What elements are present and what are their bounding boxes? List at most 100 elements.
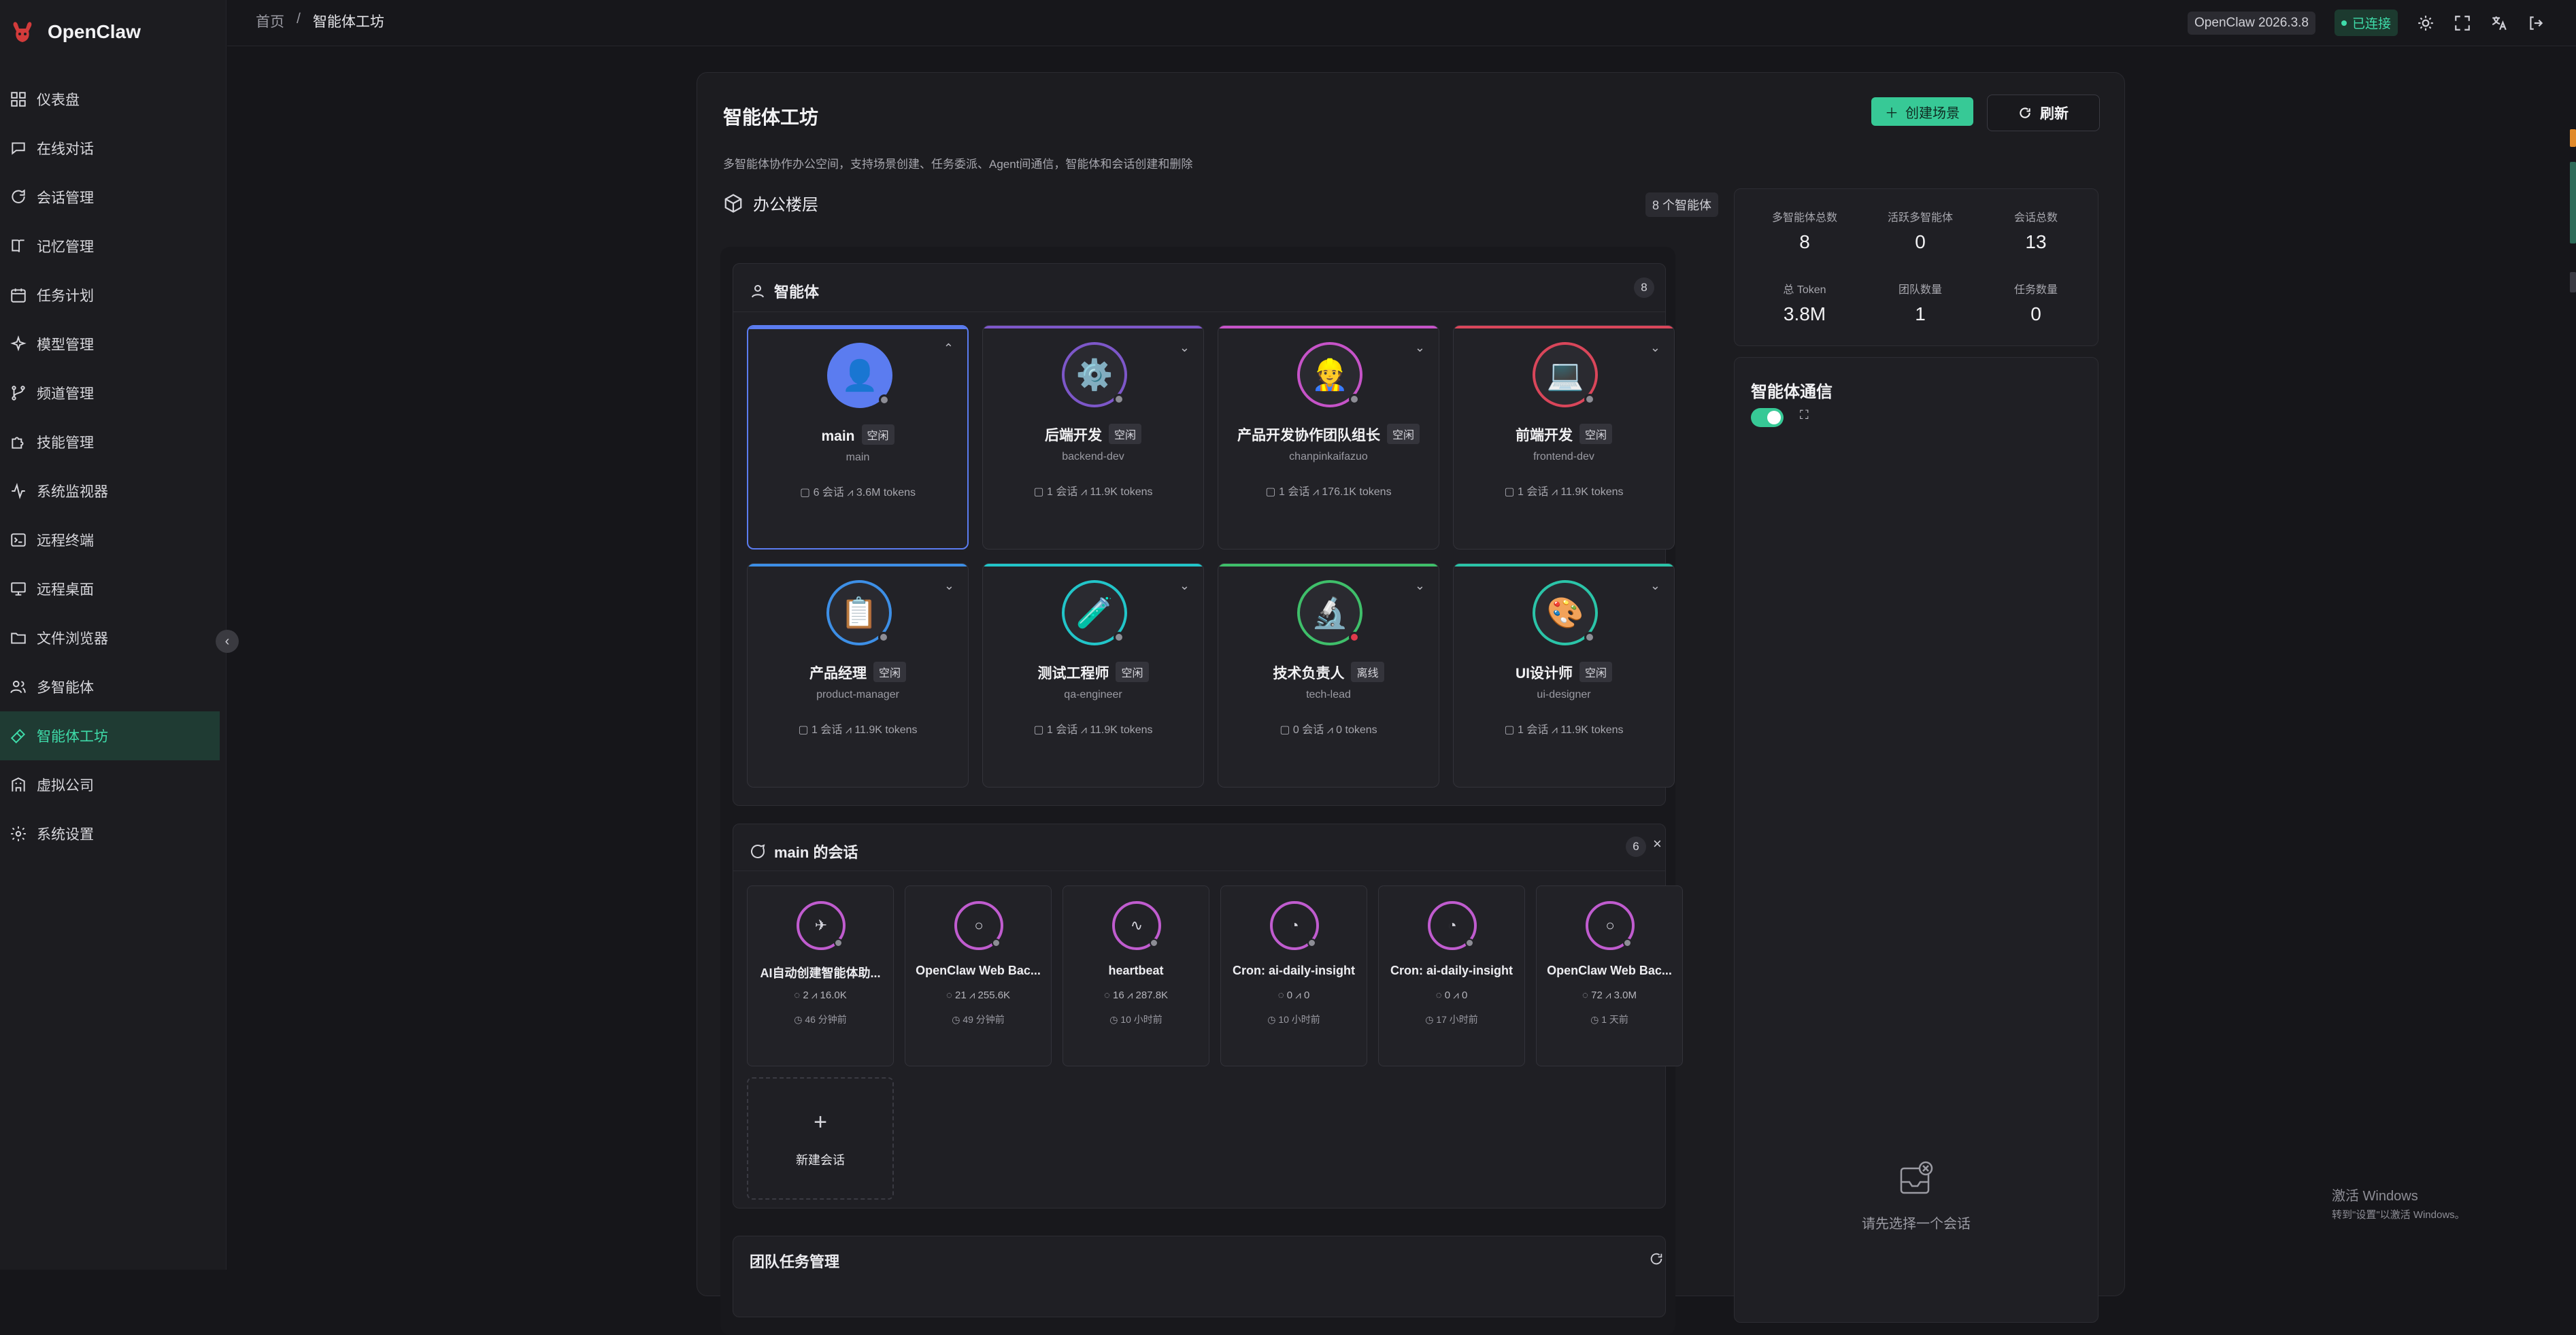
agent-card[interactable]: ⌄ 📋 产品经理 空闲 product-manager ▢ 1 会话 ⩘ 11.9K to… [747,563,969,788]
session-title: AI自动创建智能体助... [760,966,881,980]
chevron-down-icon[interactable]: ⌄ [1650,579,1660,593]
sidebar-item[interactable]: 系统设置 [0,809,220,858]
fullscreen-icon[interactable] [2454,14,2471,32]
refresh-button[interactable]: 刷新 [1987,95,2100,131]
sidebar-item[interactable]: 技能管理 [0,418,220,467]
calendar-icon [11,288,26,303]
app-name: OpenClaw [48,21,141,42]
session-avatar: ∿ [1112,901,1161,950]
collapse-sidebar-button[interactable]: ‹ [216,630,239,653]
sidebar-item[interactable]: 仪表盘 [0,75,220,124]
agent-id: product-manager [816,689,899,700]
activity-icon: ⩘ [1324,724,1337,736]
sidebar-item[interactable]: 远程终端 [0,516,220,564]
message-icon: ▢ [1033,486,1048,498]
session-avatar: ◔ [1270,901,1319,950]
sidebar-item[interactable]: 远程桌面 [0,564,220,613]
folder-icon [11,632,26,644]
agent-name: 产品经理 [809,666,867,681]
session-time: 17 小时前 [1436,1014,1478,1025]
sidebar-item[interactable]: 虚拟公司 [0,760,220,809]
chevron-up-icon[interactable]: ⌃ [943,341,954,356]
agent-avatar: 📋 [826,580,892,645]
sidebar-item[interactable]: 多智能体 [0,662,220,711]
agent-card[interactable]: ⌄ ⚙️ 后端开发 空闲 backend-dev ▢ 1 会话 ⩘ 11.9K token… [982,325,1204,550]
sidebar-item[interactable]: 文件浏览器 [0,613,220,662]
stat-item: 会话总数 13 [1978,208,2094,253]
session-tokens: 16.0K [820,990,847,1001]
chevron-down-icon[interactable]: ⌄ [944,579,954,593]
session-time-row: ◷ 49 分钟前 [905,1013,1051,1026]
agent-avatar: 👤 [827,343,892,408]
agent-sessions: 6 会话 [813,487,844,498]
session-messages: 72 [1591,990,1603,1001]
sidebar-item[interactable]: 模型管理 [0,320,220,369]
comm-toggle[interactable] [1751,408,1784,427]
agent-sessions: 1 会话 [1047,724,1078,736]
close-sessions-button[interactable]: × [1653,835,1662,853]
activity-icon: ⩘ [1602,990,1614,1001]
chevron-down-icon[interactable]: ⌄ [1650,341,1660,355]
refresh-icon[interactable] [1649,1251,1664,1266]
stat-label: 活跃多智能体 [1887,212,1953,224]
session-status-dot [1150,939,1158,947]
agent-card[interactable]: ⌄ 🎨 UI设计师 空闲 ui-designer ▢ 1 会话 ⩘ 11.9K token… [1453,563,1675,788]
stat-value: 1 [1915,303,1926,324]
session-time-row: ◷ 10 小时前 [1221,1013,1367,1026]
activity-icon: ⩘ [1124,990,1136,1001]
new-session-label: 新建会话 [796,1153,845,1167]
expand-icon[interactable]: ⛶ [1800,408,1809,422]
activity-icon [12,483,25,499]
stat-label: 多智能体总数 [1771,212,1837,224]
agent-id: frontend-dev [1533,451,1594,462]
edge-widget[interactable] [2567,121,2576,299]
session-card[interactable]: ✈ AI自动创建智能体助... ◌ 2 ⩘ 16.0K ◷ 46 分钟前 [747,885,894,1066]
terminal-icon [11,533,26,547]
sidebar-item-label: 任务计划 [37,288,94,304]
chevron-down-icon[interactable]: ⌄ [1180,341,1190,355]
agent-sessions: 1 会话 [1278,486,1310,498]
agent-card[interactable]: ⌃ 👤 main 空闲 main ▢ 6 会话 ⩘ 3.6M tokens [747,325,969,550]
session-card[interactable]: ○ OpenClaw Web Bac... ◌ 21 ⩘ 255.6K ◷ 49 分钟… [905,885,1052,1066]
workshop-icon [10,728,26,744]
agent-id: backend-dev [1062,451,1124,462]
logout-icon[interactable] [2527,14,2545,32]
divider [733,311,1665,312]
session-card[interactable]: ◔ Cron: ai-daily-insight ◌ 0 ⩘ 0 ◷ 17 小时前 [1378,885,1525,1066]
new-session-button[interactable]: + 新建会话 [747,1077,894,1200]
agent-comm-card: 智能体通信 ⛶ 请先选择一个会话 [1734,357,2098,1323]
status-dot-icon [2341,20,2347,26]
create-scene-button[interactable]: ＋ 创建场景 [1871,97,1973,126]
session-time-row: ◷ 17 小时前 [1379,1013,1524,1026]
session-time: 49 分钟前 [963,1014,1005,1025]
language-icon[interactable] [2490,14,2508,32]
agent-name-row: main 空闲 [748,424,967,445]
chevron-left-icon: ‹ [224,633,230,649]
sidebar-item[interactable]: 系统监视器 [0,467,220,516]
session-card[interactable]: ∿ heartbeat ◌ 16 ⩘ 287.8K ◷ 10 小时前 [1063,885,1209,1066]
chevron-down-icon[interactable]: ⌄ [1180,579,1190,593]
activity-icon: ⩘ [1077,486,1090,498]
session-card[interactable]: ◔ Cron: ai-daily-insight ◌ 0 ⩘ 0 ◷ 10 小时前 [1220,885,1367,1066]
sidebar-item[interactable]: 记忆管理 [0,222,220,271]
app-logo[interactable]: OpenClaw [10,19,141,45]
agent-card[interactable]: ⌄ 👷 产品开发协作团队组长 空闲 chanpinkaifazuo ▢ 1 会话 ⩘ 17… [1218,325,1439,550]
agent-card[interactable]: ⌄ 🧪 测试工程师 空闲 qa-engineer ▢ 1 会话 ⩘ 11.9K token… [982,563,1204,788]
breadcrumb-home[interactable]: 首页 [256,11,284,31]
agent-card[interactable]: ⌄ 💻 前端开发 空闲 frontend-dev ▢ 1 会话 ⩘ 11.9K token… [1453,325,1675,550]
message-circle-icon [751,844,765,858]
sidebar-item[interactable]: 任务计划 [0,271,220,320]
chevron-down-icon[interactable]: ⌄ [1415,341,1425,355]
theme-toggle-icon[interactable] [2417,14,2435,32]
agent-stats: ▢ 1 会话 ⩘ 11.9K tokens [983,720,1203,737]
chevron-down-icon[interactable]: ⌄ [1415,579,1425,593]
sidebar-item[interactable]: 智能体工坊 [0,711,220,760]
sidebar-item-label: 多智能体 [37,680,94,696]
sidebar-item[interactable]: 在线对话 [0,124,220,173]
agent-card[interactable]: ⌄ 🔬 技术负责人 离线 tech-lead ▢ 0 会话 ⩘ 0 tokens [1218,563,1439,788]
session-card[interactable]: ○ OpenClaw Web Bac... ◌ 72 ⩘ 3.0M ◷ 1 天前 [1536,885,1683,1066]
agent-status-badge: 空闲 [1579,424,1612,444]
sidebar-item[interactable]: 频道管理 [0,369,220,418]
team-tasks-title: 团队任务管理 [750,1253,840,1270]
sidebar-item[interactable]: 会话管理 [0,173,220,222]
